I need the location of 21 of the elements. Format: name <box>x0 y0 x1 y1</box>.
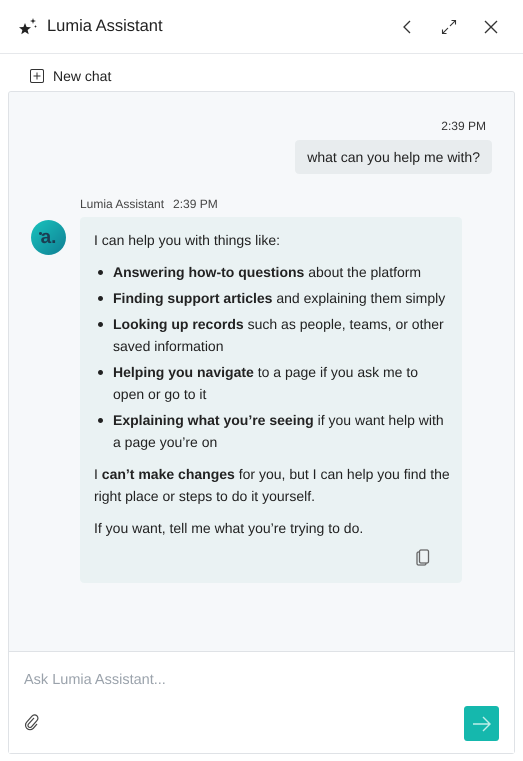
assistant-avatar: a. <box>31 220 66 255</box>
window-title: Lumia Assistant <box>47 17 163 36</box>
list-item-text: Finding support articles and explaining them simply <box>113 289 446 308</box>
message-time: 2:39 PM <box>173 197 218 211</box>
close-icon <box>483 18 499 34</box>
paperclip-icon <box>24 713 40 731</box>
user-message: what can you help me with? <box>295 140 492 174</box>
message-input[interactable]: Ask Lumia Assistant... <box>24 670 499 690</box>
message-time: 2:39 PM <box>441 119 486 133</box>
new-chat-button[interactable]: New chat <box>30 66 112 86</box>
copy-icon <box>416 549 430 566</box>
sender-name: Lumia Assistant <box>80 197 164 211</box>
list-item-text: Answering how-to questions about the platform <box>113 263 422 282</box>
list-item-text: Explaining what you’re seeing if you want help with a page you’re on <box>113 411 445 452</box>
arrow-right-icon <box>472 716 492 732</box>
message-text: I can help you with things like: <box>94 231 281 250</box>
message-text: I can’t make changes for you, but I can help you find the right place or steps to do it yourself. <box>94 465 450 506</box>
message-text: If you want, tell me what you’re trying to do. <box>94 519 364 538</box>
plus-square-icon <box>30 69 44 83</box>
sparkle-star-icon <box>18 16 38 36</box>
expand-icon <box>440 18 458 36</box>
